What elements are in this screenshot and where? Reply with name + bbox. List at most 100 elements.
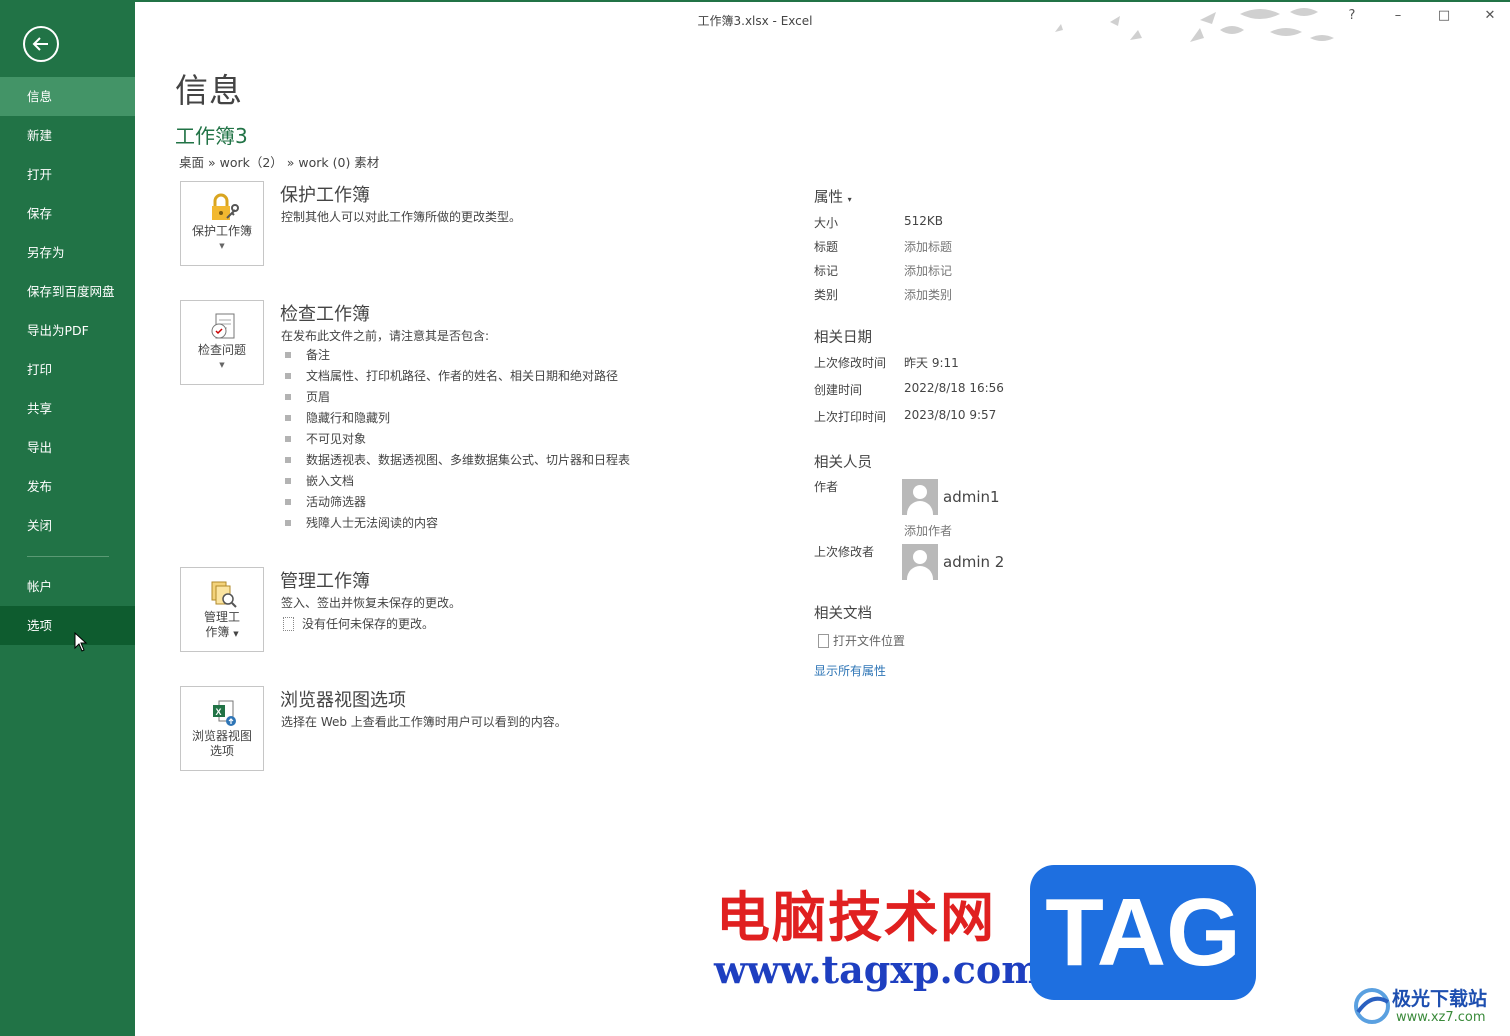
check-issues-label: 检查问题 xyxy=(197,343,246,357)
help-button[interactable]: ? xyxy=(1342,8,1362,23)
inspect-document-icon xyxy=(211,313,235,339)
chevron-down-icon: ▼ xyxy=(219,361,225,369)
modifier-avatar xyxy=(902,544,938,580)
unsaved-status-text: 没有任何未保存的更改。 xyxy=(302,617,435,631)
sidebar-item-account[interactable]: 帐户 xyxy=(0,567,135,606)
browser-heading: 浏览器视图选项 xyxy=(280,690,406,711)
list-item: 文档属性、打印机路径、作者的姓名、相关日期和绝对路径 xyxy=(285,367,630,388)
list-item: 隐藏行和隐藏列 xyxy=(285,409,630,430)
properties-heading[interactable]: 属性 ▾ xyxy=(814,186,852,207)
sidebar-item-options[interactable]: 选项 xyxy=(0,606,135,645)
sidebar-item-close[interactable]: 关闭 xyxy=(0,506,135,545)
sidebar-item-save-to-baidu[interactable]: 保存到百度网盘 xyxy=(0,272,135,311)
backstage-sidebar: 信息 新建 打开 保存 另存为 保存到百度网盘 导出为PDF 打印 共享 导出 … xyxy=(0,0,135,1036)
add-author-field[interactable]: 添加作者 xyxy=(904,522,952,539)
excel-web-icon: X xyxy=(213,700,236,726)
date-value-modified: 昨天 9:11 xyxy=(904,356,959,370)
add-category-field[interactable]: 添加类别 xyxy=(904,286,952,303)
date-label-modified: 上次修改时间 xyxy=(814,356,887,370)
maximize-button[interactable]: □ xyxy=(1434,8,1454,23)
show-all-properties-link[interactable]: 显示所有属性 xyxy=(814,662,886,679)
aurora-logo-icon xyxy=(1354,988,1390,1024)
browser-view-options-button[interactable]: X 浏览器视图 选项 xyxy=(180,686,264,771)
protect-workbook-button[interactable]: 保护工作簿 ▼ xyxy=(180,181,264,266)
date-label-created: 创建时间 xyxy=(814,383,863,397)
property-label-title: 标题 xyxy=(814,240,839,254)
leaf-decoration-icon xyxy=(1055,8,1334,42)
back-arrow-icon xyxy=(32,37,48,51)
sidebar-item-new[interactable]: 新建 xyxy=(0,116,135,155)
list-item: 嵌入文档 xyxy=(285,472,630,493)
list-item: 不可见对象 xyxy=(285,430,630,451)
workbook-name: 工作簿3 xyxy=(175,124,248,148)
list-item: 活动筛选器 xyxy=(285,493,630,514)
mouse-cursor-icon xyxy=(74,632,88,652)
author-label: 作者 xyxy=(814,480,839,494)
close-button[interactable]: ✕ xyxy=(1480,8,1500,23)
property-label-category: 类别 xyxy=(814,288,839,302)
sidebar-item-export-pdf[interactable]: 导出为PDF xyxy=(0,311,135,350)
lock-key-icon xyxy=(212,193,239,220)
author-avatar xyxy=(902,479,938,515)
watermark-tag-logo: TAG xyxy=(1030,865,1256,1000)
inspect-heading: 检查工作簿 xyxy=(280,304,370,325)
manage-description: 签入、签出并恢复未保存的更改。 xyxy=(281,596,462,610)
minimize-button[interactable]: – xyxy=(1388,8,1408,23)
manage-workbook-button[interactable]: 管理工 作簿 ▼ xyxy=(180,567,264,652)
unsaved-status: 没有任何未保存的更改。 xyxy=(283,615,434,632)
browser-label-line2: 选项 xyxy=(209,744,234,758)
property-value-size: 512KB xyxy=(904,214,944,228)
list-item: 残障人士无法阅读的内容 xyxy=(285,514,630,535)
sidebar-item-save[interactable]: 保存 xyxy=(0,194,135,233)
svg-text:X: X xyxy=(216,707,222,717)
watermark-site-name: 电脑技术网 xyxy=(716,885,996,949)
list-item: 页眉 xyxy=(285,388,630,409)
protect-description: 控制其他人可以对此工作簿所做的更改类型。 xyxy=(281,210,522,224)
back-button[interactable] xyxy=(23,26,59,62)
chevron-down-icon: ▾ xyxy=(847,195,852,204)
protect-button-label: 保护工作簿 xyxy=(191,224,252,238)
properties-heading-text: 属性 xyxy=(814,190,843,206)
related-people-heading: 相关人员 xyxy=(814,455,872,471)
browser-label-line1: 浏览器视图 xyxy=(191,729,252,743)
document-icon xyxy=(818,634,829,648)
sidebar-item-share[interactable]: 共享 xyxy=(0,389,135,428)
manage-label-line1: 管理工 xyxy=(203,610,240,624)
list-item: 数据透视表、数据透视图、多维数据集公式、切片器和日程表 xyxy=(285,451,630,472)
date-value-created: 2022/8/18 16:56 xyxy=(904,381,1004,395)
chevron-down-icon: ▼ xyxy=(219,242,225,250)
manage-heading: 管理工作簿 xyxy=(280,571,370,592)
check-issues-button[interactable]: 检查问题 ▼ xyxy=(180,300,264,385)
manage-versions-icon xyxy=(211,581,237,608)
file-path-breadcrumb[interactable]: 桌面 » work（2） » work (0) 素材 xyxy=(179,152,379,171)
protect-heading: 保护工作簿 xyxy=(280,185,370,206)
date-value-printed: 2023/8/10 9:57 xyxy=(904,408,997,422)
modifier-name[interactable]: admin 2 xyxy=(943,553,1004,571)
related-dates-heading: 相关日期 xyxy=(814,330,872,346)
watermark-url: www.tagxp.com xyxy=(714,947,1042,992)
sidebar-item-save-as[interactable]: 另存为 xyxy=(0,233,135,272)
document-icon xyxy=(283,617,294,631)
watermark2-url: www.xz7.com xyxy=(1396,1010,1486,1025)
sidebar-item-print[interactable]: 打印 xyxy=(0,350,135,389)
manage-label-line2: 作簿 xyxy=(205,625,230,639)
add-tags-field[interactable]: 添加标记 xyxy=(904,262,952,279)
list-item: 备注 xyxy=(285,346,630,367)
date-label-printed: 上次打印时间 xyxy=(814,410,887,424)
inspect-bullet-list: 备注 文档属性、打印机路径、作者的姓名、相关日期和绝对路径 页眉 隐藏行和隐藏列… xyxy=(285,346,630,535)
sidebar-divider xyxy=(27,556,109,557)
sidebar-item-publish[interactable]: 发布 xyxy=(0,467,135,506)
modifier-label: 上次修改者 xyxy=(814,545,875,559)
sidebar-item-info[interactable]: 信息 xyxy=(0,77,135,116)
author-name[interactable]: admin1 xyxy=(943,488,1000,506)
watermark-banner: 电脑技术网 www.tagxp.com TAG xyxy=(700,865,1264,1000)
open-file-location-text: 打开文件位置 xyxy=(833,634,906,648)
watermark2-site-name: 极光下载站 xyxy=(1392,988,1488,1010)
open-file-location-link[interactable]: 打开文件位置 xyxy=(818,632,905,649)
property-label-size: 大小 xyxy=(814,216,839,230)
property-label-tags: 标记 xyxy=(814,264,839,278)
sidebar-item-export[interactable]: 导出 xyxy=(0,428,135,467)
sidebar-item-open[interactable]: 打开 xyxy=(0,155,135,194)
add-title-field[interactable]: 添加标题 xyxy=(904,238,952,255)
inspect-description: 在发布此文件之前，请注意其是否包含: xyxy=(281,329,490,343)
